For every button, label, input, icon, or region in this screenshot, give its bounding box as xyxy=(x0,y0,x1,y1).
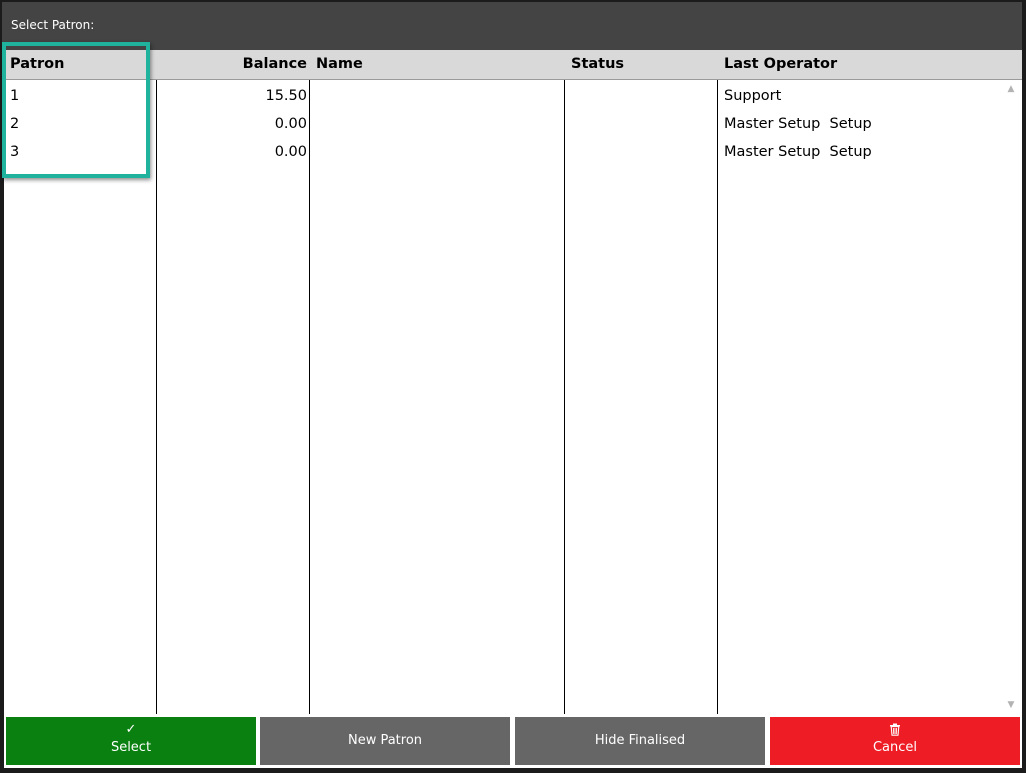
hide-finalised-button[interactable]: Hide Finalised xyxy=(515,717,765,765)
column-divider xyxy=(717,80,718,714)
cell-balance: 15.50 xyxy=(265,88,307,104)
chevron-down-icon[interactable]: ▼ xyxy=(1004,698,1018,712)
cell-patron: 2 xyxy=(10,116,20,132)
new-patron-button[interactable]: New Patron xyxy=(260,717,510,765)
cancel-button-label: Cancel xyxy=(872,740,918,755)
window-bottom-border xyxy=(0,768,1026,773)
column-divider xyxy=(564,80,565,714)
new-patron-button-label: New Patron xyxy=(347,733,423,748)
patron-grid: Patron Balance Name Status Last Operator… xyxy=(4,50,1022,714)
cell-last-operator: Support xyxy=(724,88,782,104)
select-button-label: Select xyxy=(110,740,152,755)
column-header-patron[interactable]: Patron xyxy=(10,50,64,79)
column-header-status[interactable]: Status xyxy=(571,50,624,79)
grid-header: Patron Balance Name Status Last Operator xyxy=(4,50,1022,80)
column-header-balance[interactable]: Balance xyxy=(164,50,307,79)
button-bar: ✓ Select New Patron Hide Finalised Cance… xyxy=(4,714,1022,768)
cell-patron: 3 xyxy=(10,144,20,160)
select-button[interactable]: ✓ Select xyxy=(6,717,256,765)
cell-balance: 0.00 xyxy=(274,144,307,160)
trash-icon xyxy=(770,719,1020,737)
chevron-up-icon[interactable]: ▲ xyxy=(1004,82,1018,96)
cell-last-operator: Master Setup Setup xyxy=(724,144,872,160)
column-header-name[interactable]: Name xyxy=(316,50,363,79)
column-header-last-operator[interactable]: Last Operator xyxy=(724,50,837,79)
check-icon: ✓ xyxy=(125,722,137,737)
select-patron-window: Select Patron: Patron Balance Name Statu… xyxy=(0,0,1026,773)
window-title: Select Patron: xyxy=(2,2,1022,50)
column-divider xyxy=(309,80,310,714)
cell-balance: 0.00 xyxy=(274,116,307,132)
hide-finalised-button-label: Hide Finalised xyxy=(594,733,686,748)
cancel-button[interactable]: Cancel xyxy=(770,717,1020,765)
column-divider xyxy=(156,80,157,714)
cell-last-operator: Master Setup Setup xyxy=(724,116,872,132)
cell-patron: 1 xyxy=(10,88,20,104)
vertical-scrollbar[interactable]: ▲ ▼ xyxy=(1002,82,1020,714)
